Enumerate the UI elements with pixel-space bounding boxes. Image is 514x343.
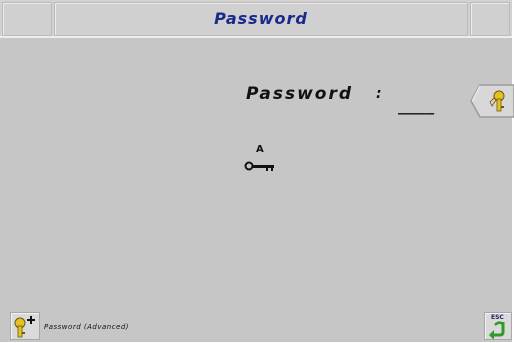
password-entry-button[interactable] [470,84,514,118]
esc-text: ESC [491,314,504,321]
password-label: Password [246,84,354,104]
key-plus-icon [14,316,35,338]
access-level-label: A [256,144,264,155]
page-title: Password [214,9,308,28]
password-screen: Password Password : ____ A Password (Adv… [0,0,514,342]
password-colon: : [376,86,382,102]
key-with-hand-icon [470,84,514,118]
title-bar: Password [0,0,512,38]
title-bar-left-segment [2,2,52,36]
advanced-password-button[interactable] [10,312,40,340]
advanced-password-label: Password (Advanced) [44,323,130,331]
password-input[interactable]: ____ [398,97,434,115]
title-bar-right-segment [470,2,510,36]
esc-button[interactable]: ESC [484,312,512,340]
